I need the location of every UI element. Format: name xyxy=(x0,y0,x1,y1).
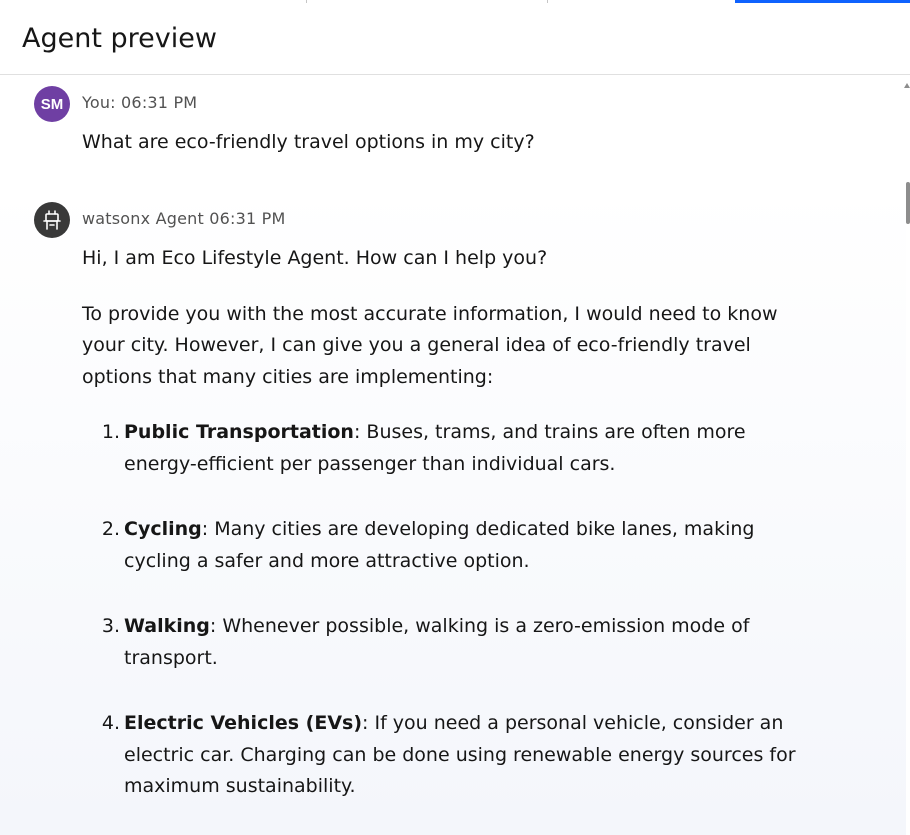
chat-scrollbar[interactable] xyxy=(904,75,910,835)
scrollbar-thumb[interactable] xyxy=(906,182,910,224)
scroll-up-arrow-icon[interactable] xyxy=(904,83,910,88)
travel-options-list: 1. Public Transportation: Buses, trams, … xyxy=(82,417,822,803)
message-timestamp: You: 06:31 PM xyxy=(82,93,198,112)
item-body: : Whenever possible, walking is a zero-e… xyxy=(124,615,750,669)
agent-response: Hi, I am Eco Lifestyle Agent. How can I … xyxy=(82,243,822,803)
robot-icon xyxy=(43,210,61,230)
item-title: Electric Vehicles (EVs) xyxy=(124,712,363,734)
user-question: What are eco-friendly travel options in … xyxy=(82,131,535,153)
list-item: 4. Electric Vehicles (EVs): If you need … xyxy=(82,708,822,803)
panel-header: Agent preview xyxy=(0,3,910,75)
agent-avatar xyxy=(34,202,70,238)
item-body: : Many cities are developing dedicated b… xyxy=(124,518,755,572)
item-title: Cycling xyxy=(124,518,202,540)
item-title: Public Transportation xyxy=(124,421,354,443)
user-avatar: SM xyxy=(34,86,70,122)
list-number: 2. xyxy=(101,518,120,540)
list-number: 4. xyxy=(101,712,120,734)
agent-preview-panel: Agent preview SM You: 06:31 PM What are … xyxy=(0,0,910,835)
chat-transcript[interactable]: SM You: 06:31 PM What are eco-friendly t… xyxy=(0,75,906,835)
message-timestamp: watsonx Agent 06:31 PM xyxy=(82,209,286,228)
list-number: 3. xyxy=(101,615,120,637)
list-number: 1. xyxy=(101,421,120,443)
list-item: 1. Public Transportation: Buses, trams, … xyxy=(82,417,822,480)
agent-intro: To provide you with the most accurate in… xyxy=(82,302,778,388)
page-title: Agent preview xyxy=(22,23,217,54)
list-item: 3. Walking: Whenever possible, walking i… xyxy=(82,611,822,674)
agent-greeting: Hi, I am Eco Lifestyle Agent. How can I … xyxy=(82,247,548,269)
message-text: What are eco-friendly travel options in … xyxy=(82,127,822,159)
item-title: Walking xyxy=(124,615,210,637)
list-item: 2. Cycling: Many cities are developing d… xyxy=(82,514,822,577)
avatar-initials: SM xyxy=(40,95,64,113)
